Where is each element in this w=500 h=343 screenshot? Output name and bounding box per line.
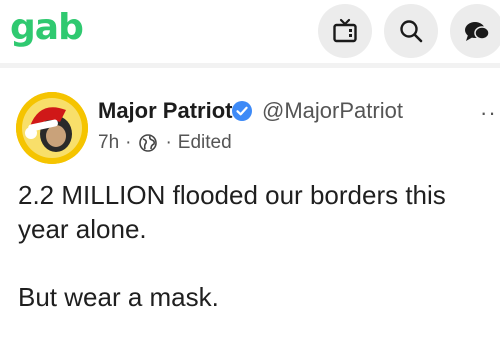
header-divider: [0, 63, 500, 68]
separator-dot: ·: [165, 132, 172, 153]
tv-button[interactable]: [318, 4, 372, 58]
post-meta: 7h · · Edited: [98, 132, 232, 154]
post-text-line: But wear a mask.: [18, 282, 219, 312]
globe-icon: [139, 134, 158, 152]
more-options-button[interactable]: ··: [480, 100, 497, 126]
separator-dot: ·: [125, 132, 132, 153]
author-handle[interactable]: @MajorPatriot: [262, 98, 403, 124]
tv-icon: [333, 18, 357, 43]
top-bar: gab: [0, 0, 500, 62]
post-time[interactable]: 7h: [98, 132, 119, 154]
author-name[interactable]: Major Patriot: [98, 98, 232, 124]
post-body: 2.2 MILLION flooded our borders this yea…: [18, 178, 488, 314]
search-button[interactable]: [384, 4, 438, 58]
search-icon: [400, 20, 423, 43]
gab-logo[interactable]: gab: [10, 6, 84, 50]
avatar-image: [16, 92, 88, 164]
avatar[interactable]: [16, 92, 88, 164]
chat-button[interactable]: [450, 4, 500, 58]
verified-badge-icon: [232, 101, 252, 121]
post-text-line: 2.2 MILLION flooded our borders this yea…: [18, 180, 446, 244]
chat-icon: [465, 22, 490, 41]
edited-label: Edited: [177, 132, 232, 153]
